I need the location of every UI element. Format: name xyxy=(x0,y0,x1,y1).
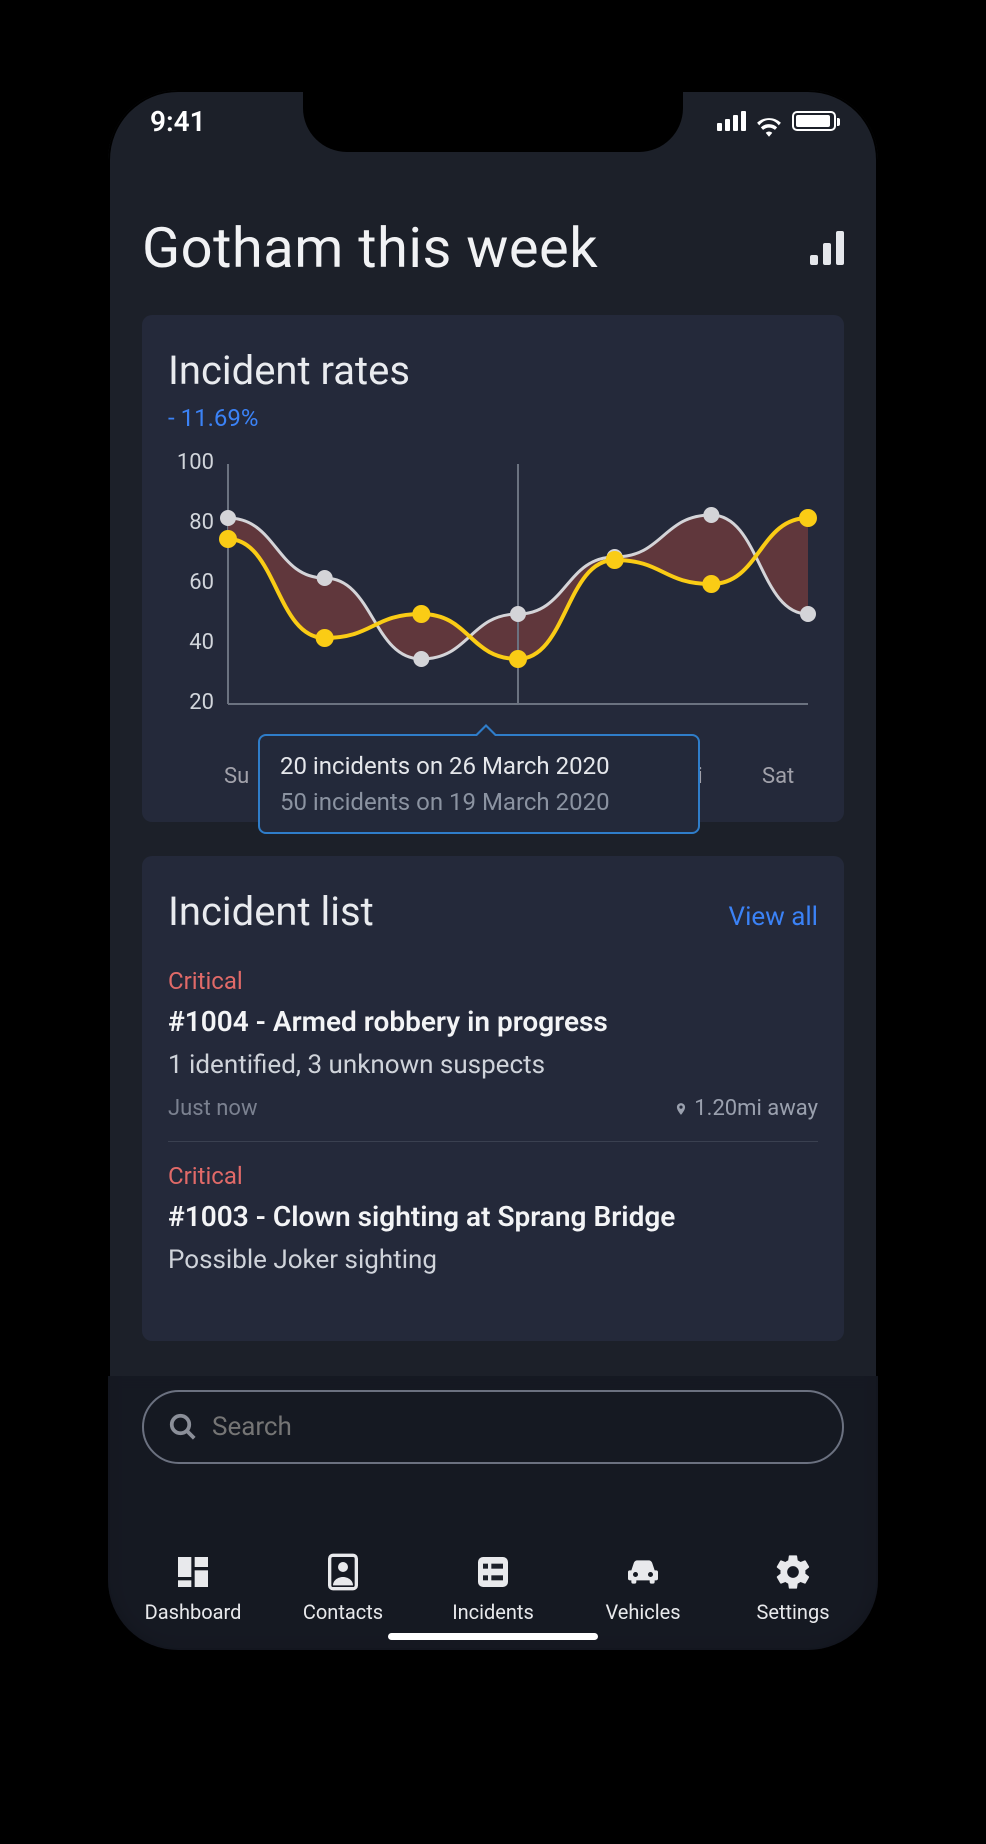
incident-severity: Critical xyxy=(168,967,818,995)
view-all-link[interactable]: View all xyxy=(729,902,818,932)
vehicles-icon xyxy=(623,1552,663,1592)
page-title: Gotham this week xyxy=(142,215,598,281)
nav-dashboard[interactable]: Dashboard xyxy=(133,1552,253,1624)
incident-item[interactable]: Critical #1003 - Clown sighting at Spran… xyxy=(168,1162,818,1311)
dashboard-icon xyxy=(173,1552,213,1592)
incident-distance: 1.20mi away xyxy=(694,1096,818,1121)
incident-rates-chart[interactable]: 100 80 60 40 20 Su Mon Tue Wed Thu Fri S… xyxy=(168,454,818,794)
phone-frame: 9:41 Gotham this week Incident rates - 1… xyxy=(108,90,878,1650)
bottom-nav: Dashboard Contacts Incidents Vehicles Se… xyxy=(108,1504,878,1624)
settings-icon xyxy=(773,1552,813,1592)
contacts-icon xyxy=(323,1552,363,1592)
incident-item[interactable]: Critical #1004 - Armed robbery in progre… xyxy=(168,967,818,1142)
x-tick-sat: Sat xyxy=(762,764,794,789)
tooltip-current: 20 incidents on 26 March 2020 xyxy=(280,752,678,780)
x-tick-sun: Su xyxy=(224,764,249,789)
chart-delta: - 11.69% xyxy=(168,404,818,432)
search-field[interactable] xyxy=(142,1390,844,1464)
wifi-icon xyxy=(756,111,782,131)
status-icons xyxy=(717,111,836,131)
bottom-bar: Dashboard Contacts Incidents Vehicles Se… xyxy=(108,1376,878,1650)
nav-contacts[interactable]: Contacts xyxy=(283,1552,403,1624)
battery-icon xyxy=(792,111,836,131)
nav-label: Contacts xyxy=(303,1600,383,1624)
incident-list-title: Incident list xyxy=(168,888,374,935)
nav-vehicles[interactable]: Vehicles xyxy=(583,1552,703,1624)
stats-icon[interactable] xyxy=(810,231,844,265)
nav-label: Incidents xyxy=(452,1600,534,1624)
status-time: 9:41 xyxy=(150,105,206,138)
incident-description: 1 identified, 3 unknown suspects xyxy=(168,1050,818,1080)
device-notch xyxy=(303,90,683,152)
incident-description: Possible Joker sighting xyxy=(168,1245,818,1275)
nav-incidents[interactable]: Incidents xyxy=(433,1552,553,1624)
search-input[interactable] xyxy=(212,1412,818,1442)
nav-label: Settings xyxy=(756,1600,829,1624)
incident-title: #1004 - Armed robbery in progress xyxy=(168,1005,818,1038)
tooltip-previous: 50 incidents on 19 March 2020 xyxy=(280,788,678,816)
nav-settings[interactable]: Settings xyxy=(733,1552,853,1624)
chart-svg xyxy=(168,454,818,754)
incident-time: Just now xyxy=(168,1096,258,1121)
incidents-icon xyxy=(473,1552,513,1592)
cellular-signal-icon xyxy=(717,111,746,131)
incident-rates-card: Incident rates - 11.69% 100 80 60 40 20 … xyxy=(142,315,844,822)
incident-list-card: Incident list View all Critical #1004 - … xyxy=(142,856,844,1341)
location-pin-icon xyxy=(674,1100,688,1118)
chart-title: Incident rates xyxy=(168,347,818,394)
nav-label: Dashboard xyxy=(145,1600,242,1624)
search-icon xyxy=(168,1412,198,1442)
chart-tooltip: 20 incidents on 26 March 2020 50 inciden… xyxy=(258,734,700,834)
incident-title: #1003 - Clown sighting at Sprang Bridge xyxy=(168,1200,818,1233)
nav-label: Vehicles xyxy=(605,1600,680,1624)
incident-severity: Critical xyxy=(168,1162,818,1190)
home-indicator[interactable] xyxy=(388,1633,598,1640)
